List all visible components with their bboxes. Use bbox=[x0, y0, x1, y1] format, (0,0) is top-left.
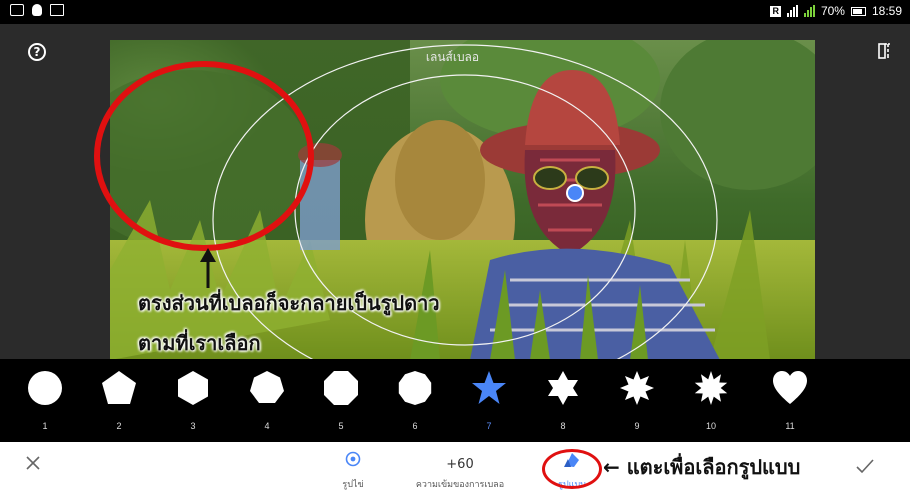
shape-option-10[interactable]: 10 bbox=[686, 359, 736, 442]
blur-strength-label: ความเข้มของการเบลอ bbox=[415, 480, 505, 490]
heptagon-icon bbox=[250, 371, 284, 403]
shape-option-2[interactable]: 2 bbox=[94, 359, 144, 442]
shape-tool-label: รูปไข่ bbox=[342, 480, 364, 490]
shape-option-7[interactable]: 7 bbox=[464, 359, 514, 442]
shape-number: 8 bbox=[560, 421, 566, 431]
shape-number: 7 bbox=[486, 421, 492, 431]
shape-number: 5 bbox=[338, 421, 344, 431]
annotation-line-2: ตามที่เราเลือก bbox=[138, 331, 261, 355]
shape-option-8[interactable]: 8 bbox=[538, 359, 588, 442]
shape-option-6[interactable]: 6 bbox=[390, 359, 440, 442]
shape-number: 4 bbox=[264, 421, 270, 431]
eight-point-star-icon bbox=[620, 371, 654, 405]
target-icon bbox=[345, 451, 361, 467]
shape-selector: 1 2 3 4 5 6 7 8 9 10 11 bbox=[0, 359, 910, 442]
style-annotation: ← แตะเพื่อเลือกรูปแบบ bbox=[603, 455, 801, 479]
hexagon-icon bbox=[178, 371, 208, 405]
close-icon[interactable] bbox=[22, 452, 44, 474]
shape-option-5[interactable]: 5 bbox=[316, 359, 366, 442]
blur-strength-control[interactable]: +60 ความเข้มของการเบลอ bbox=[400, 442, 520, 495]
up-arrow-icon bbox=[200, 248, 216, 288]
shape-option-4[interactable]: 4 bbox=[242, 359, 292, 442]
shape-option-9[interactable]: 9 bbox=[612, 359, 662, 442]
annotation-line-1: ตรงส่วนที่เบลอก็จะกลายเป็นรูปดาว bbox=[138, 291, 440, 315]
shape-number: 3 bbox=[190, 421, 196, 431]
shape-option-3[interactable]: 3 bbox=[168, 359, 218, 442]
ten-point-star-icon bbox=[694, 371, 728, 405]
shape-tool-button[interactable]: รูปไข่ bbox=[328, 442, 378, 495]
star-icon bbox=[472, 371, 506, 404]
shape-option-1[interactable]: 1 bbox=[20, 359, 70, 442]
blur-area-highlight bbox=[94, 61, 314, 251]
shape-number: 1 bbox=[42, 421, 48, 431]
style-highlight bbox=[542, 449, 602, 489]
shape-option-11[interactable]: 11 bbox=[765, 359, 815, 442]
circle-icon bbox=[28, 371, 62, 405]
blur-strength-value: +60 bbox=[446, 457, 474, 472]
shape-number: 11 bbox=[785, 421, 795, 431]
shape-number: 10 bbox=[705, 421, 716, 431]
octagon-icon bbox=[324, 371, 358, 405]
shape-number: 2 bbox=[116, 421, 122, 431]
shape-number: 9 bbox=[634, 421, 640, 431]
heart-icon bbox=[773, 371, 807, 404]
shape-number: 6 bbox=[412, 421, 418, 431]
check-icon[interactable] bbox=[853, 456, 877, 476]
decagon-icon bbox=[398, 371, 432, 405]
six-point-star-icon bbox=[548, 371, 578, 405]
pentagon-icon bbox=[102, 371, 136, 404]
